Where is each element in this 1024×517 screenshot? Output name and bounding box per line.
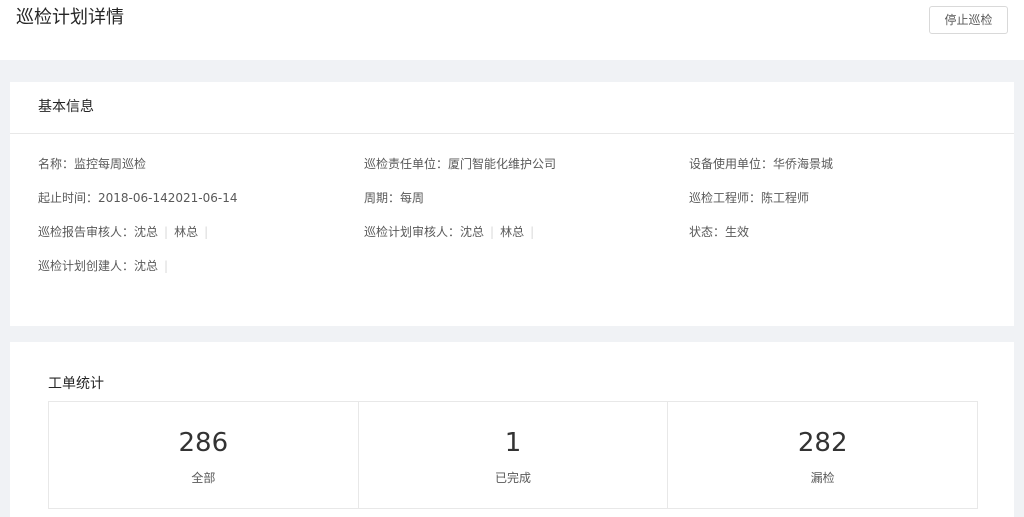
info-resp-unit-label: 巡检责任单位： [364,157,449,171]
info-name-label: 名称： [38,157,75,171]
plan-reviewer-item: 沈总 [460,225,485,239]
info-status-label: 状态： [689,225,726,239]
info-report-reviewer-label: 巡检报告审核人： [38,225,135,239]
info-resp-unit: 巡检责任单位：厦门智能化维护公司 [364,156,556,172]
stats-title: 工单统计 [48,376,104,392]
stat-label: 已完成 [495,471,532,485]
info-status: 状态：生效 [689,224,749,240]
report-reviewer-item: 沈总 [134,225,159,239]
info-cycle-label: 周期： [364,191,401,205]
info-period-time: 起止时间：2018-06-142021-06-14 [38,190,238,206]
separator: | [204,225,209,239]
plan-reviewer-item: 林总 [500,225,525,239]
info-name-value: 监控每周巡检 [74,157,147,171]
info-creator-label: 巡检计划创建人： [38,259,135,273]
info-plan-reviewers: 巡检计划审核人：沈总 | 林总 | [364,224,540,240]
separator: | [490,225,495,239]
info-creators: 巡检计划创建人：沈总 | [38,258,174,274]
stat-missed[interactable]: 282 漏检 [668,402,977,508]
creator-item: 沈总 [134,259,159,273]
separator: | [164,259,169,273]
info-cycle-value: 每周 [400,191,425,205]
stat-label: 漏检 [810,471,835,485]
info-engineer: 巡检工程师：陈工程师 [689,190,809,206]
separator: | [530,225,535,239]
info-status-value: 生效 [725,225,750,239]
info-resp-unit-value: 厦门智能化维护公司 [448,157,557,171]
info-report-reviewers: 巡检报告审核人：沈总 | 林总 | [38,224,214,240]
info-period-time-label: 起止时间： [38,191,99,205]
stat-number: 286 [178,428,229,458]
page-header: 巡检计划详情 停止巡检 [0,0,1024,60]
info-period-time-value: 2018-06-142021-06-14 [98,191,238,205]
info-use-unit: 设备使用单位：华侨海景城 [689,156,833,172]
stat-label: 全部 [191,471,216,485]
stat-completed[interactable]: 1 已完成 [359,402,669,508]
basic-info-title: 基本信息 [10,82,1014,134]
info-engineer-label: 巡检工程师： [689,191,762,205]
info-engineer-value: 陈工程师 [761,191,810,205]
info-cycle: 周期：每周 [364,190,424,206]
info-name: 名称：监控每周巡检 [38,156,146,172]
stats-box: 286 全部 1 已完成 282 漏检 [48,401,978,509]
stop-inspection-button[interactable]: 停止巡检 [929,6,1008,34]
info-use-unit-value: 华侨海景城 [773,157,834,171]
stat-number: 282 [797,428,848,458]
report-reviewer-item: 林总 [174,225,199,239]
stat-number: 1 [504,428,522,458]
separator: | [164,225,169,239]
work-order-stats-card: 工单统计 286 全部 1 已完成 282 漏检 [10,342,1014,517]
basic-info-card: 基本信息 名称：监控每周巡检 巡检责任单位：厦门智能化维护公司 设备使用单位：华… [10,82,1014,326]
page-title: 巡检计划详情 [16,7,124,28]
info-plan-reviewer-label: 巡检计划审核人： [364,225,461,239]
stat-total[interactable]: 286 全部 [49,402,359,508]
info-use-unit-label: 设备使用单位： [689,157,774,171]
